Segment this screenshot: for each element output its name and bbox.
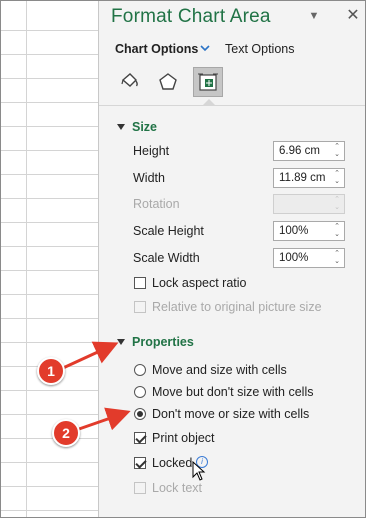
annotation-arrow-2 [78, 407, 131, 431]
annotation-arrow-1 [62, 341, 119, 370]
screenshot-frame: Format Chart Area ▼ ✕ Chart Options Text… [0, 0, 366, 518]
annotation-badge-1: 1 [37, 357, 65, 385]
annotation-badge-2: 2 [52, 419, 80, 447]
